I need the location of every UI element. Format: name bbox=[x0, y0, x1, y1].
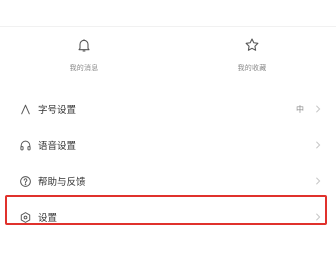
quick-actions: 我的消息 我的收藏 bbox=[0, 27, 336, 87]
help-icon bbox=[18, 174, 32, 188]
chevron-right-icon bbox=[314, 177, 322, 185]
menu-item-help[interactable]: 帮助与反馈 bbox=[0, 163, 336, 199]
chevron-right-icon bbox=[314, 213, 322, 221]
top-area bbox=[0, 0, 336, 27]
menu-item-label: 设置 bbox=[38, 213, 58, 224]
bell-icon bbox=[76, 37, 92, 57]
font-size-icon bbox=[18, 102, 32, 116]
my-messages-label: 我的消息 bbox=[69, 64, 99, 72]
settings-hex-icon bbox=[18, 210, 32, 224]
menu-item-label: 字号设置 bbox=[38, 105, 77, 116]
my-favorites-label: 我的收藏 bbox=[237, 64, 267, 72]
settings-menu: 字号设置 中 语音设置 帮助与反馈 设置 bbox=[0, 91, 336, 235]
headphones-icon bbox=[18, 138, 32, 152]
chevron-right-icon bbox=[314, 105, 322, 113]
chevron-right-icon bbox=[314, 141, 322, 149]
menu-item-font-size[interactable]: 字号设置 中 bbox=[0, 91, 336, 127]
star-icon bbox=[244, 37, 260, 57]
font-size-value: 中 bbox=[296, 104, 304, 114]
menu-item-voice[interactable]: 语音设置 bbox=[0, 127, 336, 163]
my-favorites-button[interactable]: 我的收藏 bbox=[168, 37, 336, 87]
menu-item-label: 语音设置 bbox=[38, 141, 77, 152]
my-messages-button[interactable]: 我的消息 bbox=[0, 37, 168, 87]
menu-item-settings[interactable]: 设置 bbox=[0, 199, 336, 235]
menu-item-label: 帮助与反馈 bbox=[38, 177, 86, 188]
